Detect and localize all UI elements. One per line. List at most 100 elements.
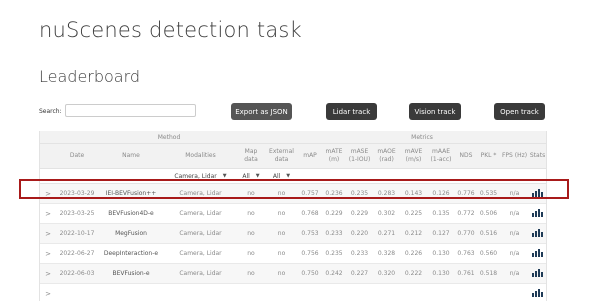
expand-chevron-icon[interactable]: > — [45, 290, 51, 298]
map-data-cell: no — [247, 230, 255, 237]
column-header-map-data[interactable]: Map data — [237, 143, 265, 169]
expand-chevron-icon[interactable]: > — [45, 230, 51, 238]
column-header-nds[interactable]: NDS — [455, 143, 478, 169]
column-header-mave[interactable]: mAVE (m/s) — [400, 143, 428, 169]
pkl-cell: 0.560 — [479, 250, 498, 257]
pkl-cell: 0.535 — [479, 190, 498, 197]
map-data-cell: no — [247, 190, 255, 197]
map-cell: 0.750 — [301, 270, 319, 277]
maoe-cell: 0.328 — [377, 250, 396, 257]
lidar-track-button[interactable]: Lidar track — [326, 103, 377, 120]
maoe-cell: 0.320 — [377, 270, 396, 277]
modalities-cell: Camera, Lidar — [179, 230, 222, 237]
external-data-cell: no — [277, 190, 286, 197]
column-header-name[interactable]: Name — [98, 143, 164, 169]
table-row[interactable]: >2023-03-25 BEVFusion4D-e Camera, Lidar no n… — [40, 203, 546, 224]
external-data-cell: no — [277, 210, 286, 217]
nds-cell: 0.761 — [457, 270, 475, 277]
fps-cell: n/a — [509, 270, 520, 277]
maoe-cell: 0.302 — [377, 210, 396, 217]
external-data-cell: no — [277, 250, 286, 257]
search-label: Search: — [39, 108, 62, 115]
external-data-filter-select[interactable]: All ▼ — [273, 173, 290, 180]
open-track-button[interactable]: Open track — [494, 103, 545, 120]
column-header-maae[interactable]: mAAE (1-acc) — [427, 143, 456, 169]
export-json-button[interactable]: Export as JSON — [231, 103, 292, 120]
map-cell: 0.768 — [301, 210, 319, 217]
nds-cell: 0.776 — [457, 190, 475, 197]
expand-chevron-icon[interactable]: > — [45, 270, 51, 278]
section-title: Leaderboard — [39, 67, 141, 86]
name-cell: DeepInteraction-e — [103, 250, 159, 257]
column-header-pkl[interactable]: PKL * — [477, 143, 501, 169]
table-row[interactable]: >2023-03-29 IEI-BEVFusion++ Camera, Lidar n… — [40, 183, 546, 204]
nds-cell: 0.770 — [457, 230, 475, 237]
mave-cell: 0.226 — [404, 250, 423, 257]
mate-cell: 0.235 — [325, 250, 343, 257]
mave-cell: 0.212 — [404, 230, 423, 237]
method-group-header: Method — [40, 131, 299, 144]
bar-chart-icon[interactable] — [532, 248, 544, 259]
map-cell: 0.757 — [301, 190, 319, 197]
dropdown-arrow-icon: ▼ — [255, 173, 260, 179]
name-cell: MegFusion — [115, 230, 147, 237]
map-data-cell: no — [247, 250, 255, 257]
modalities-cell: Camera, Lidar — [179, 190, 222, 197]
table-row[interactable]: > — [40, 283, 546, 301]
maae-cell: 0.130 — [432, 270, 450, 277]
table-row[interactable]: >2022-10-17 MegFusion Camera, Lidar no no 0.7… — [40, 223, 546, 244]
pkl-cell: 0.516 — [479, 230, 498, 237]
map-data-cell: no — [247, 270, 255, 277]
modalities-cell: Camera, Lidar — [179, 210, 222, 217]
column-header-date[interactable]: Date — [56, 143, 98, 169]
column-header-mate[interactable]: mATE (m) — [322, 143, 347, 169]
column-header-stats: Stats — [529, 143, 546, 169]
metrics-group-header: Metrics — [298, 131, 546, 144]
fps-cell: n/a — [509, 250, 520, 257]
column-header-fps[interactable]: FPS (Hz) — [500, 143, 530, 169]
date-cell: 2023-03-29 — [59, 190, 95, 197]
bar-chart-icon[interactable] — [532, 268, 544, 279]
mase-cell: 0.233 — [350, 250, 369, 257]
nds-cell: 0.772 — [457, 210, 475, 217]
expand-column-header — [40, 143, 56, 169]
expand-chevron-icon[interactable]: > — [45, 190, 51, 198]
column-header-modalities[interactable]: Modalities — [164, 143, 237, 169]
modalities-filter-select[interactable]: Camera, Lidar ▼ — [174, 173, 226, 180]
table-row[interactable]: >2022-06-03 BEVFusion-e Camera, Lidar no no 0… — [40, 263, 546, 284]
column-header-map[interactable]: mAP — [298, 143, 323, 169]
date-cell: 2022-06-27 — [59, 250, 95, 257]
mave-cell: 0.225 — [404, 210, 423, 217]
expand-chevron-icon[interactable]: > — [45, 210, 51, 218]
modalities-cell: Camera, Lidar — [179, 250, 222, 257]
mate-cell: 0.229 — [325, 210, 343, 217]
external-data-filter-value: All — [272, 172, 281, 180]
expand-chevron-icon[interactable]: > — [45, 250, 51, 258]
modalities-filter-value: Camera, Lidar — [174, 172, 217, 180]
name-cell: BEVFusion-e — [112, 270, 150, 277]
vision-track-button[interactable]: Vision track — [409, 103, 461, 120]
bar-chart-icon[interactable] — [532, 288, 544, 299]
search-input[interactable] — [65, 104, 196, 117]
bar-chart-icon[interactable] — [532, 208, 544, 219]
column-header-maoe[interactable]: mAOE (rad) — [373, 143, 401, 169]
external-data-cell: no — [277, 230, 286, 237]
name-cell: IEI-BEVFusion++ — [105, 190, 157, 197]
external-data-cell: no — [277, 270, 286, 277]
fps-cell: n/a — [509, 230, 520, 237]
maae-cell: 0.126 — [432, 190, 450, 197]
pkl-cell: 0.518 — [479, 270, 498, 277]
table-row[interactable]: >2022-06-27 DeepInteraction-e Camera, Lida… — [40, 243, 546, 264]
dropdown-arrow-icon: ▼ — [222, 173, 227, 179]
map-data-filter-select[interactable]: All ▼ — [242, 173, 259, 180]
map-cell: 0.753 — [301, 230, 319, 237]
bar-chart-icon[interactable] — [532, 228, 544, 239]
mase-cell: 0.229 — [350, 210, 369, 217]
column-header-external-data[interactable]: External data — [265, 143, 299, 169]
leaderboard-table: Method Metrics Date Name Modalities Map … — [39, 131, 547, 301]
modalities-cell: Camera, Lidar — [179, 270, 222, 277]
mase-cell: 0.227 — [350, 270, 369, 277]
dropdown-arrow-icon: ▼ — [286, 173, 291, 179]
bar-chart-icon[interactable] — [532, 188, 544, 199]
column-header-mase[interactable]: mASE (1-IOU) — [346, 143, 374, 169]
